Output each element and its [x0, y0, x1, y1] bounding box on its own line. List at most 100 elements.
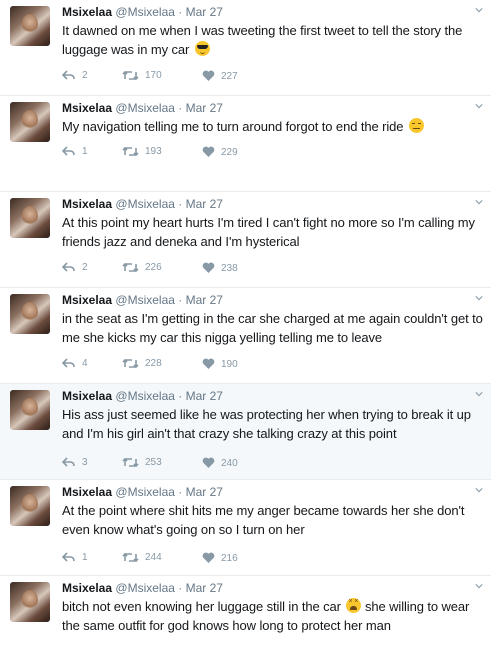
tweet[interactable]: Msixelaa @Msixelaa · Mar 27 My navigatio… [0, 96, 491, 192]
reply-icon [62, 146, 75, 156]
reply-count: 3 [82, 457, 88, 468]
display-name[interactable]: Msixelaa [62, 485, 112, 499]
retweet-icon [122, 358, 139, 369]
separator: · [178, 485, 183, 499]
tweet-header: Msixelaa @Msixelaa · Mar 27 [62, 484, 223, 500]
avatar[interactable] [10, 6, 50, 46]
chevron-down-icon[interactable] [475, 390, 483, 398]
avatar[interactable] [10, 390, 50, 430]
user-handle[interactable]: @Msixelaa [115, 581, 175, 595]
like-button[interactable]: 240 [202, 457, 238, 469]
display-name[interactable]: Msixelaa [62, 5, 112, 19]
tweet[interactable]: Msixelaa @Msixelaa · Mar 27 It dawned on… [0, 0, 491, 96]
tweet-date[interactable]: Mar 27 [186, 5, 223, 19]
tweet-text: bitch not even knowing her luggage still… [62, 597, 487, 635]
chevron-down-icon[interactable] [475, 294, 483, 302]
reply-icon [62, 457, 75, 467]
tweet-timeline: Msixelaa @Msixelaa · Mar 27 It dawned on… [0, 0, 491, 668]
retweet-button[interactable]: 170 [122, 70, 162, 81]
retweet-icon [122, 70, 139, 81]
reply-button[interactable]: 1 [62, 146, 88, 157]
tweet-header: Msixelaa @Msixelaa · Mar 27 [62, 100, 223, 116]
retweet-count: 170 [145, 70, 162, 81]
reply-count: 2 [82, 70, 88, 81]
tweet[interactable]: Msixelaa @Msixelaa · Mar 27 bitch not ev… [0, 576, 491, 668]
tweet-date[interactable]: Mar 27 [186, 197, 223, 211]
avatar[interactable] [10, 102, 50, 142]
display-name[interactable]: Msixelaa [62, 197, 112, 211]
chevron-down-icon[interactable] [475, 198, 483, 206]
tweet-date[interactable]: Mar 27 [186, 389, 223, 403]
user-handle[interactable]: @Msixelaa [115, 101, 175, 115]
heart-icon [202, 146, 215, 157]
like-button[interactable]: 190 [202, 358, 238, 370]
retweet-icon [122, 457, 139, 468]
avatar[interactable] [10, 294, 50, 334]
reply-button[interactable]: 4 [62, 358, 88, 369]
reply-button[interactable]: 2 [62, 262, 88, 273]
chevron-down-icon[interactable] [475, 102, 483, 110]
chevron-down-icon[interactable] [475, 486, 483, 494]
sunglasses-emoji-icon [194, 41, 210, 56]
display-name[interactable]: Msixelaa [62, 389, 112, 403]
retweet-button[interactable]: 228 [122, 358, 162, 369]
tweet[interactable]: Msixelaa @Msixelaa · Mar 27 in the seat … [0, 288, 491, 384]
separator: · [178, 389, 183, 403]
tweet-text: At the point where shit hits me my anger… [62, 503, 465, 537]
retweet-count: 253 [145, 457, 162, 468]
tweet-date[interactable]: Mar 27 [186, 485, 223, 499]
retweet-count: 244 [145, 552, 162, 563]
tweet-date[interactable]: Mar 27 [186, 581, 223, 595]
expressionless-emoji-icon [408, 118, 424, 133]
display-name[interactable]: Msixelaa [62, 293, 112, 307]
reply-button[interactable]: 3 [62, 457, 88, 468]
chevron-down-icon[interactable] [475, 582, 483, 590]
reply-button[interactable]: 1 [62, 552, 88, 563]
user-handle[interactable]: @Msixelaa [115, 293, 175, 307]
like-count: 229 [221, 146, 238, 158]
display-name[interactable]: Msixelaa [62, 101, 112, 115]
retweet-button[interactable]: 193 [122, 146, 162, 157]
like-button[interactable]: 227 [202, 70, 238, 82]
retweet-button[interactable]: 226 [122, 262, 162, 273]
reply-count: 1 [82, 146, 88, 157]
like-button[interactable]: 229 [202, 146, 238, 158]
avatar[interactable] [10, 582, 50, 622]
retweet-count: 193 [145, 146, 162, 157]
avatar[interactable] [10, 198, 50, 238]
tweet-date[interactable]: Mar 27 [186, 101, 223, 115]
user-handle[interactable]: @Msixelaa [115, 389, 175, 403]
tweet[interactable]: Msixelaa @Msixelaa · Mar 27 His ass just… [0, 384, 491, 480]
tweet-text: His ass just seemed like he was protecti… [62, 407, 471, 441]
heart-icon [202, 358, 215, 369]
reply-icon [62, 262, 75, 272]
tweet-text-content: bitch not even knowing her luggage still… [62, 599, 341, 614]
tweet[interactable]: Msixelaa @Msixelaa · Mar 27 At the point… [0, 480, 491, 576]
avatar[interactable] [10, 486, 50, 526]
tweet-header: Msixelaa @Msixelaa · Mar 27 [62, 292, 223, 308]
like-button[interactable]: 216 [202, 552, 238, 564]
like-button[interactable]: 238 [202, 262, 238, 274]
chevron-down-icon[interactable] [475, 6, 483, 14]
like-count: 190 [221, 358, 238, 370]
heart-icon [202, 457, 215, 468]
retweet-icon [122, 552, 139, 563]
reply-icon [62, 552, 75, 562]
user-handle[interactable]: @Msixelaa [115, 5, 175, 19]
tweet-header: Msixelaa @Msixelaa · Mar 27 [62, 196, 223, 212]
tweet-date[interactable]: Mar 27 [186, 293, 223, 307]
retweet-count: 228 [145, 358, 162, 369]
like-count: 238 [221, 262, 238, 274]
user-handle[interactable]: @Msixelaa [115, 197, 175, 211]
tweet[interactable]: Msixelaa @Msixelaa · Mar 27 At this poin… [0, 192, 491, 288]
retweet-count: 226 [145, 262, 162, 273]
retweet-button[interactable]: 244 [122, 552, 162, 563]
retweet-button[interactable]: 253 [122, 457, 162, 468]
reply-count: 4 [82, 358, 88, 369]
user-handle[interactable]: @Msixelaa [115, 485, 175, 499]
display-name[interactable]: Msixelaa [62, 581, 112, 595]
reply-button[interactable]: 2 [62, 70, 88, 81]
separator: · [178, 293, 183, 307]
like-count: 227 [221, 70, 238, 82]
tweet-header: Msixelaa @Msixelaa · Mar 27 [62, 388, 223, 404]
